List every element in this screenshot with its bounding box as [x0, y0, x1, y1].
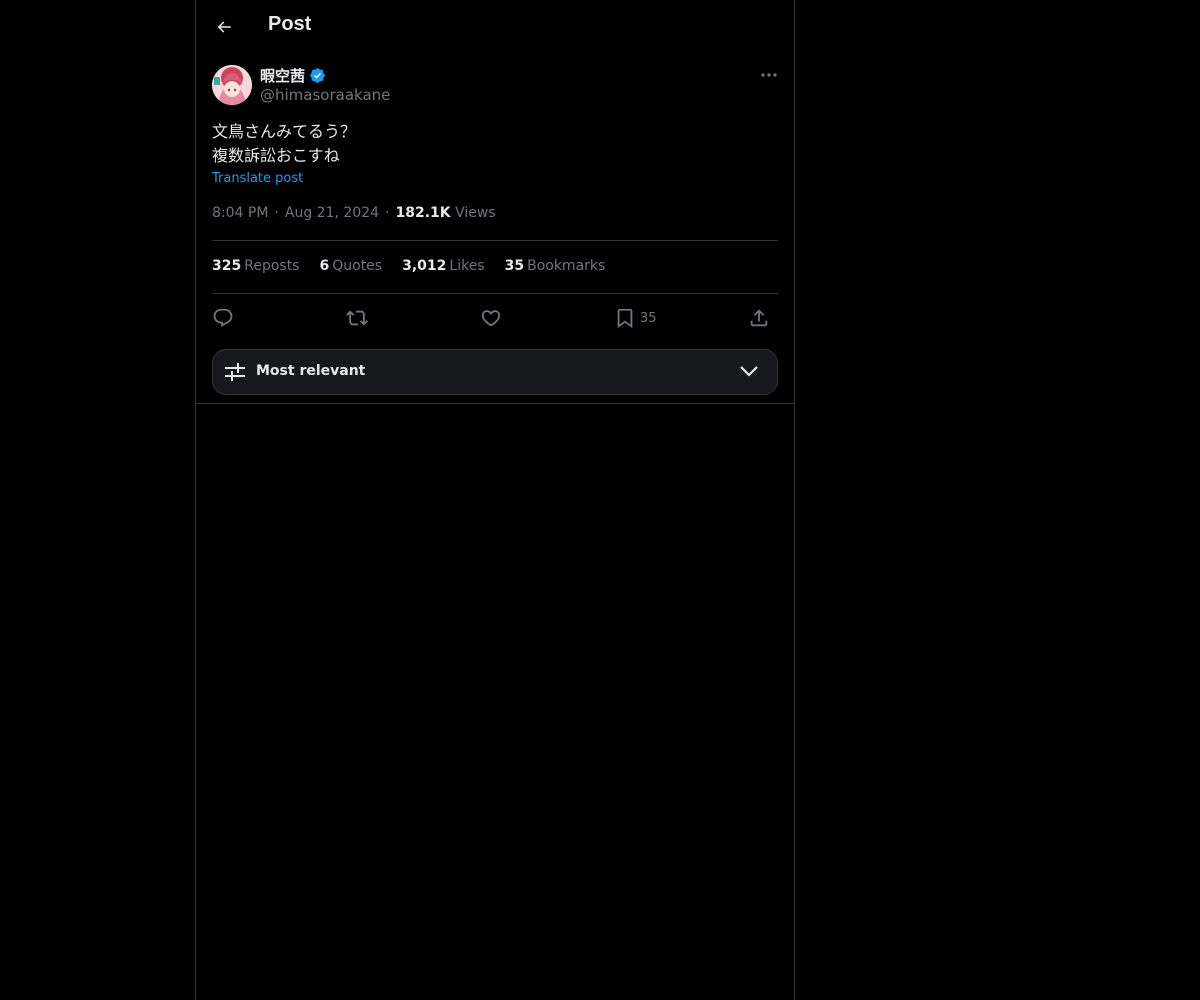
post-stats: 325 Reposts 6 Quotes 3,012 Likes 35 Bookmark… — [212, 258, 605, 274]
more-options-button[interactable] — [758, 64, 780, 86]
divider — [212, 240, 778, 241]
reposts-count: 325 — [212, 258, 242, 274]
author-name-row[interactable]: 暇空茜 — [260, 65, 326, 86]
divider — [212, 293, 778, 294]
views: 182.1K Views — [395, 205, 495, 221]
author-handle[interactable]: @himasoraakane — [260, 86, 390, 104]
translate-post-link[interactable]: Translate post — [212, 171, 303, 186]
post-date[interactable]: Aug 21, 2024 — [285, 205, 379, 221]
likes-label: Likes — [449, 258, 485, 274]
post-meta: 8:04 PM · Aug 21, 2024 · 182.1K Views — [212, 205, 496, 221]
action-bar: 35 — [212, 305, 778, 331]
stat-likes[interactable]: 3,012 Likes — [402, 258, 485, 274]
stat-bookmarks[interactable]: 35 Bookmarks — [505, 258, 606, 274]
author-display-name[interactable]: 暇空茜 — [260, 65, 305, 86]
arrow-left-icon — [217, 21, 231, 33]
back-button[interactable] — [208, 11, 240, 43]
heart-icon — [481, 310, 501, 327]
views-label: Views — [455, 205, 496, 221]
likes-count: 3,012 — [402, 258, 447, 274]
more-dots-icon — [761, 73, 777, 77]
quotes-label: Quotes — [332, 258, 383, 274]
post-text: 文鳥さんみてるう？ 複数訴訟おこすね — [212, 120, 356, 168]
meta-separator: · — [274, 205, 279, 221]
avatar-image — [212, 65, 252, 105]
header: Post — [196, 0, 794, 54]
sort-label: Most relevant — [256, 363, 366, 379]
sort-replies-dropdown[interactable]: Most relevant — [212, 349, 778, 395]
share-button[interactable] — [748, 305, 770, 331]
stat-reposts[interactable]: 325 Reposts — [212, 258, 299, 274]
meta-separator: · — [385, 205, 390, 221]
sliders-icon — [225, 363, 245, 381]
post-text-line: 文鳥さんみてるう？ — [212, 122, 357, 141]
bookmarks-label: Bookmarks — [527, 258, 606, 274]
quotes-count: 6 — [319, 258, 330, 274]
like-button[interactable] — [480, 305, 502, 331]
reposts-label: Reposts — [244, 258, 300, 274]
divider — [196, 403, 794, 404]
bookmark-button[interactable]: 35 — [614, 305, 657, 331]
reply-icon — [213, 308, 233, 327]
avatar[interactable] — [212, 65, 252, 105]
chevron-down-icon — [740, 366, 758, 377]
share-icon — [750, 309, 768, 327]
stat-quotes[interactable]: 6 Quotes — [319, 258, 382, 274]
post-time[interactable]: 8:04 PM — [212, 205, 268, 221]
bookmark-icon — [617, 308, 633, 329]
post-text-line: 複数訴訟おこすね — [212, 146, 340, 165]
page-title: Post — [268, 13, 312, 35]
bookmark-count: 35 — [640, 310, 657, 326]
bookmarks-count: 35 — [504, 258, 525, 274]
views-count: 182.1K — [395, 205, 451, 221]
repost-icon — [346, 310, 368, 326]
verified-badge-icon — [310, 68, 325, 83]
main-column: Post 暇空茜 @himasoraakane 文鳥さんみてるう？ 複数訴訟おこ… — [195, 0, 795, 1000]
reply-button[interactable] — [212, 305, 234, 331]
repost-button[interactable] — [346, 305, 368, 331]
